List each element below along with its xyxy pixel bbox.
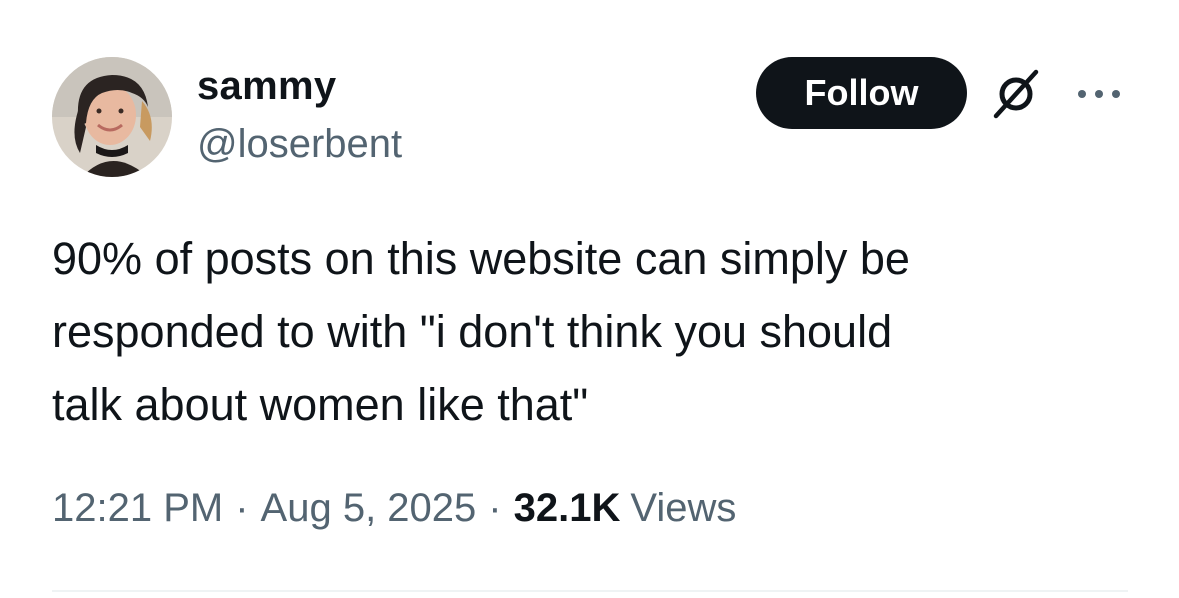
avatar-image (52, 57, 172, 177)
author-avatar[interactable] (52, 57, 172, 177)
meta-separator: · (488, 486, 502, 530)
views-label: Views (630, 486, 737, 530)
follow-button[interactable]: Follow (756, 57, 967, 129)
post-meta: 12:21 PM · Aug 5, 2025 · 32.1K Views (52, 486, 736, 531)
tweet-card: sammy @loserbent Follow 90% of posts on … (0, 0, 1179, 598)
meta-separator: · (235, 486, 249, 530)
post-date[interactable]: Aug 5, 2025 (261, 486, 477, 531)
author-handle[interactable]: @loserbent (197, 122, 402, 167)
views-count[interactable]: 32.1K (514, 486, 621, 531)
more-horizontal-icon[interactable] (1074, 82, 1124, 106)
post-time[interactable]: 12:21 PM (52, 486, 223, 531)
divider (52, 590, 1128, 592)
post-text: 90% of posts on this website can simply … (52, 233, 910, 430)
grok-icon[interactable] (988, 66, 1044, 122)
author-display-name[interactable]: sammy (197, 64, 336, 109)
